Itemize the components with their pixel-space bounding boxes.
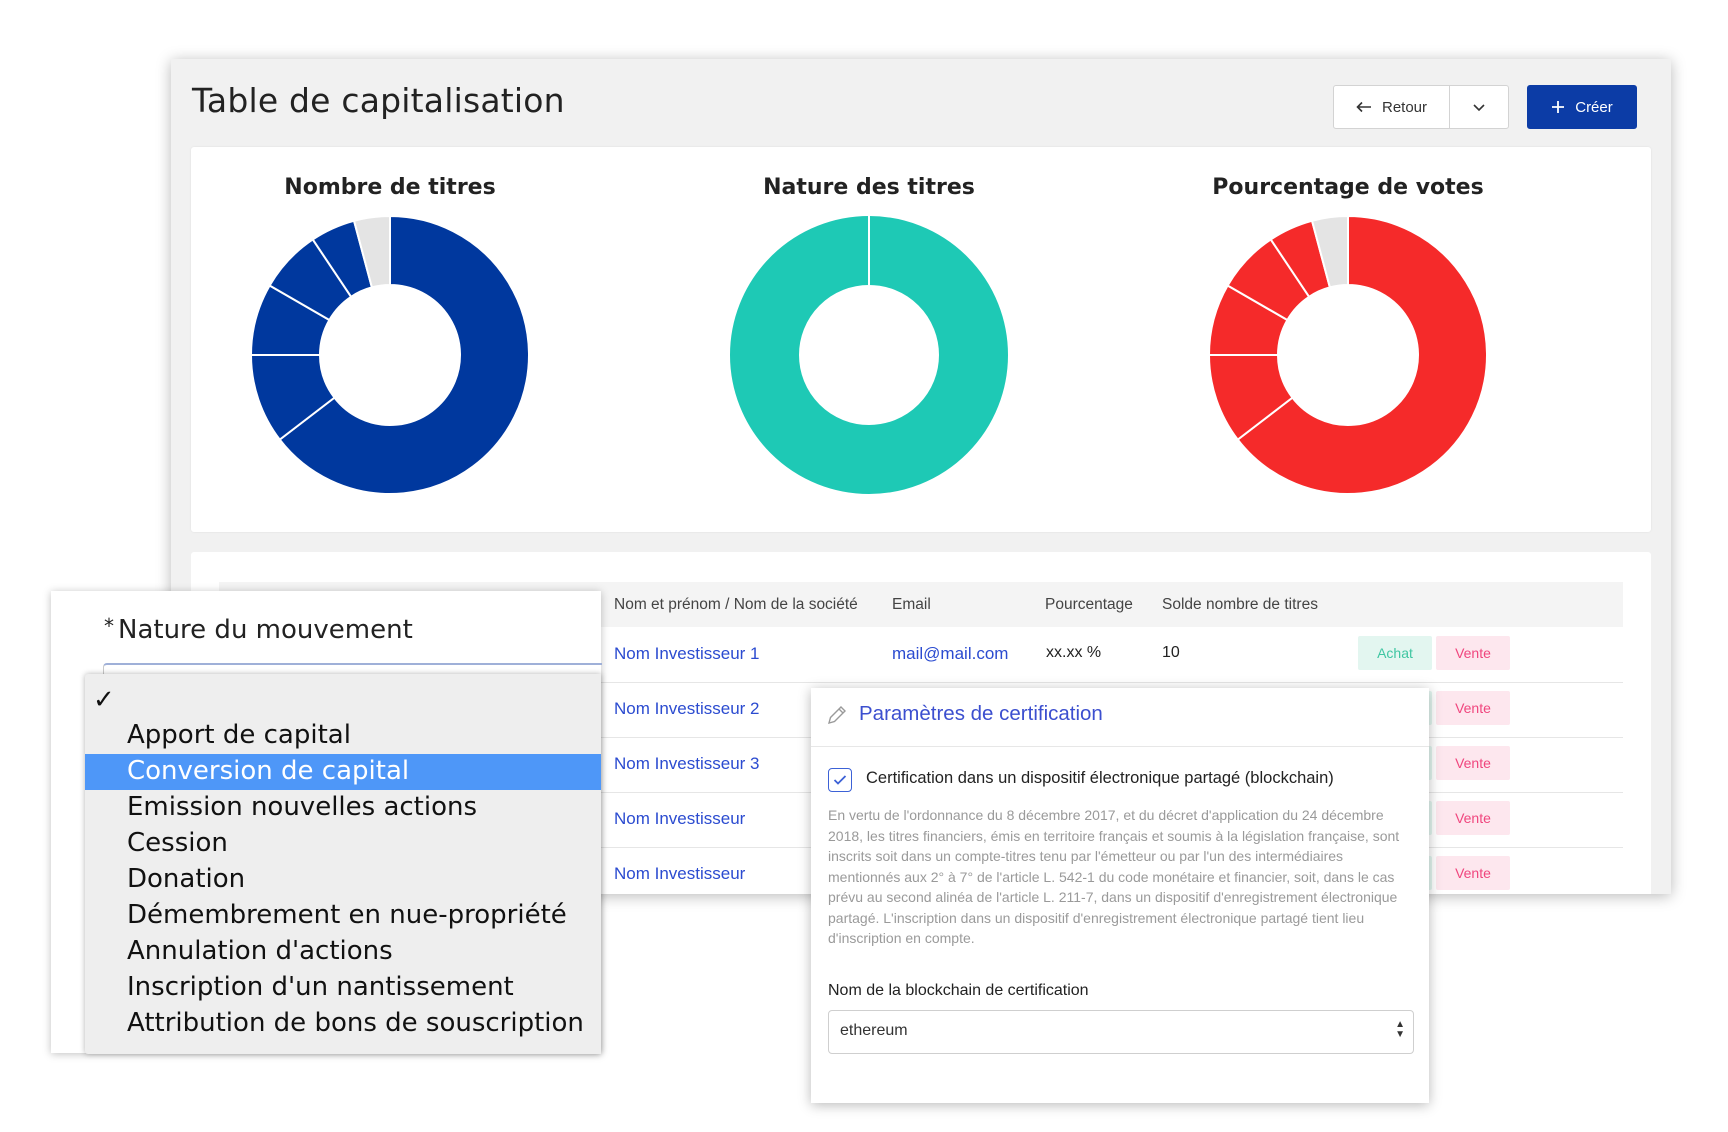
certification-modal: Paramètres de certification Certificatio… [811,688,1429,1103]
option-apport-capital[interactable]: Apport de capital [85,718,601,754]
chart-votes-percentage: Pourcentage de votes [1188,175,1508,515]
option-cession[interactable]: Cession [85,826,601,862]
back-button-group: Retour [1333,85,1509,129]
option-nantissement[interactable]: Inscription d'un nantissement [85,970,601,1006]
buy-button[interactable]: Achat [1358,636,1432,670]
investor-percentage: xx.xx % [1046,644,1102,661]
investor-name-link[interactable]: Nom Investisseur [614,864,745,884]
column-header-email: Email [892,596,931,613]
legal-notice-text: En vertu de l'ordonnance du 8 décembre 2… [828,807,1400,946]
blockchain-checkbox[interactable] [828,768,852,792]
sell-button[interactable]: Vente [1436,801,1510,835]
investor-balance: 10 [1162,644,1180,661]
blockchain-select-label: Nom de la blockchain de certification [828,982,1089,999]
option-demembrement[interactable]: Démembrement en nue-propriété [85,898,601,934]
movement-options-list: ✓ Apport de capital Conversion de capita… [85,674,601,1054]
back-button-label: Retour [1381,98,1428,116]
select-arrows-icon: ▲ ▼ [1395,1019,1405,1040]
chart-title: Pourcentage de votes [1212,175,1484,200]
option-emission-actions[interactable]: Emission nouvelles actions [85,790,601,826]
sell-button[interactable]: Vente [1436,636,1510,670]
chart-title: Nombre de titres [284,175,496,200]
column-header-name: Nom et prénom / Nom de la société [614,596,858,613]
option-bons-souscription[interactable]: Attribution de bons de souscription [85,1006,601,1042]
investor-name-link[interactable]: Nom Investisseur 2 [614,699,760,719]
sell-button[interactable]: Vente [1436,691,1510,725]
sell-button[interactable]: Vente [1436,856,1510,890]
investor-name-link[interactable]: Nom Investisseur [614,809,745,829]
chevron-down-icon [1473,103,1485,111]
option-conversion-capital[interactable]: Conversion de capital [85,754,601,790]
create-button-label: Créer [1575,98,1613,116]
movement-nature-label: * Nature du mouvement [104,614,413,645]
movement-nature-panel: * Nature du mouvement ✓ Apport de capital… [51,591,602,1054]
plus-icon [1552,101,1565,113]
create-button[interactable]: Créer [1527,85,1637,129]
column-header-percentage: Pourcentage [1045,596,1133,613]
investor-name-link[interactable]: Nom Investisseur 1 [614,644,760,664]
back-button[interactable]: Retour [1334,86,1450,128]
blockchain-checkbox-label: Certification dans un dispositif électro… [866,769,1334,787]
charts-card: Nombre de titres Nature des titres Pourc… [191,147,1651,532]
arrow-left-icon [1356,101,1371,113]
check-icon [833,775,847,785]
pencil-icon [828,706,846,724]
movement-label-text: Nature du mouvement [118,615,413,645]
certification-header: Paramètres de certification [811,688,1429,747]
donut-chart [250,215,530,495]
chart-title: Nature des titres [763,175,975,200]
donut-chart [1208,215,1488,495]
investor-email-link[interactable]: mail@mail.com [892,644,1008,664]
back-dropdown-toggle[interactable] [1450,86,1508,128]
blockchain-select[interactable]: ethereum ▲ ▼ [828,1010,1414,1054]
required-marker: * [104,614,114,638]
investor-name-link[interactable]: Nom Investisseur 3 [614,754,760,774]
sell-button[interactable]: Vente [1436,746,1510,780]
column-header-balance: Solde nombre de titres [1162,596,1318,613]
chart-shares-count: Nombre de titres [230,175,550,515]
blockchain-select-value: ethereum [840,1022,908,1039]
page-title: Table de capitalisation [192,81,565,120]
option-donation[interactable]: Donation [85,862,601,898]
option-annulation-actions[interactable]: Annulation d'actions [85,934,601,970]
certification-title: Paramètres de certification [859,702,1103,725]
chart-shares-nature: Nature des titres [709,175,1029,515]
donut-chart [730,216,1008,494]
checkmark-icon: ✓ [93,684,115,714]
